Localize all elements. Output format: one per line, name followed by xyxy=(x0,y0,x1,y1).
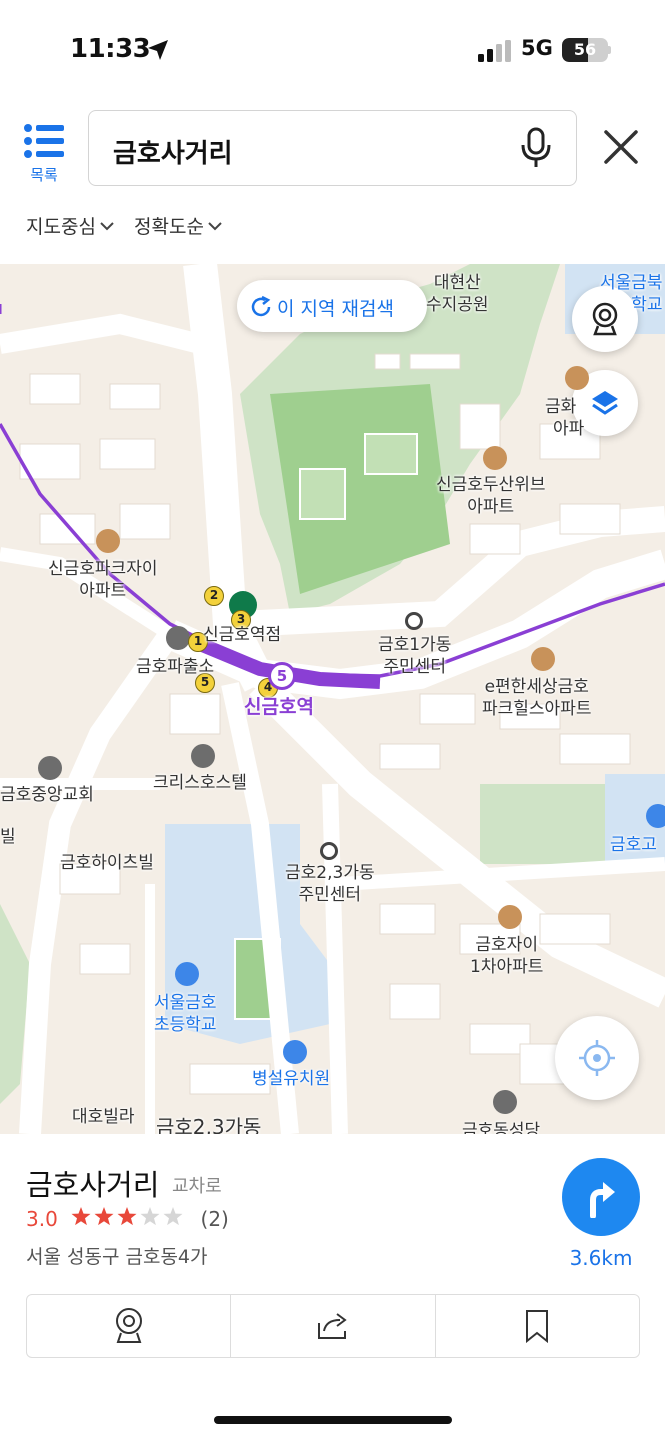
rescan-area-button[interactable]: 이 지역 재검색 xyxy=(237,280,427,332)
map-label: 대호빌라 xyxy=(72,1107,135,1127)
star-filled-icon xyxy=(117,1207,137,1226)
map-label: 서울금북 학교 xyxy=(600,273,663,315)
crosshair-icon xyxy=(579,1040,615,1076)
subway-line-badge[interactable]: 5 xyxy=(268,662,296,690)
current-location-button[interactable] xyxy=(555,1016,639,1100)
place-address: 서울 성동구 금호동4가 xyxy=(26,1246,208,1268)
action-bar xyxy=(26,1294,640,1358)
battery-level: 56 xyxy=(573,40,597,59)
bookmark-button[interactable] xyxy=(436,1295,639,1357)
battery-icon: 56 xyxy=(562,38,608,62)
network-type: 5G xyxy=(521,36,553,60)
apartment-icon[interactable] xyxy=(531,647,555,671)
map-label: e편한세상금호 파크힐스아파트 xyxy=(482,677,592,719)
map-label: 금호2,3가동 xyxy=(156,1115,262,1134)
cathedral-icon[interactable] xyxy=(493,1090,517,1114)
apartment-icon[interactable] xyxy=(483,446,507,470)
directions-button[interactable] xyxy=(562,1158,640,1236)
map-label: 빌 xyxy=(0,827,16,847)
apartment-icon[interactable] xyxy=(565,366,589,390)
status-time: 11:33 xyxy=(70,34,151,64)
cctv-action-button[interactable] xyxy=(27,1295,232,1357)
list-button[interactable]: 목록 xyxy=(22,120,66,186)
church-icon[interactable] xyxy=(38,756,62,780)
list-label: 목록 xyxy=(30,166,58,184)
map-label: 크리스호스텔 xyxy=(153,773,247,793)
directions-arrow-icon xyxy=(590,1182,615,1218)
filter-accuracy[interactable]: 정확도순 xyxy=(134,212,222,239)
rating-row[interactable]: 3.0 (2) xyxy=(26,1206,229,1231)
location-arrow-icon xyxy=(148,40,168,60)
government-office-icon[interactable] xyxy=(405,612,423,630)
star-filled-icon xyxy=(71,1207,91,1226)
bookmark-icon xyxy=(526,1310,549,1343)
map-view[interactable]: 이 지역 재검색 1 2 3 4 5 5 대현산 수지공원 서울금북 학교 금화 아파… xyxy=(0,264,665,1134)
map-label: 금호1가동 주민센터 xyxy=(378,635,452,677)
microphone-icon[interactable] xyxy=(519,127,553,169)
search-value: 금호사거리 xyxy=(113,139,233,169)
list-icon xyxy=(24,124,64,158)
map-label: 대현산 수지공원 xyxy=(426,273,489,315)
map-label: 금호동성당 xyxy=(462,1121,541,1134)
map-label: 서울금호 초등학교 xyxy=(154,993,217,1035)
layers-icon xyxy=(592,391,618,415)
star-filled-icon xyxy=(94,1207,114,1226)
kindergarten-icon[interactable] xyxy=(283,1040,307,1064)
apartment-icon[interactable] xyxy=(498,905,522,929)
place-category: 교차로 xyxy=(172,1176,222,1197)
map-label: 병설유치원 xyxy=(252,1069,331,1089)
share-icon xyxy=(317,1313,347,1339)
cctv-icon xyxy=(115,1308,142,1343)
distance-label: 3.6km xyxy=(569,1246,633,1270)
place-info-sheet[interactable]: 금호사거리 교차로 3.0 (2) 서울 성동구 금호동4가 3.6km xyxy=(0,1134,665,1440)
station-label[interactable]: 신금호역 xyxy=(244,696,314,718)
status-bar: 11:33 5G 56 xyxy=(0,0,665,100)
school-icon[interactable] xyxy=(175,962,199,986)
map-label: 금호자이 1차아파트 xyxy=(470,935,544,977)
home-indicator xyxy=(214,1416,452,1424)
filter-label: 정확도순 xyxy=(134,216,204,238)
place-name: 금호사거리 xyxy=(26,1168,160,1202)
rating-value: 3.0 xyxy=(26,1207,58,1231)
map-label: 신금호두산위브 아파트 xyxy=(436,475,546,517)
close-icon[interactable] xyxy=(600,126,642,168)
star-empty-icon xyxy=(163,1207,183,1226)
search-input[interactable]: 금호사거리 xyxy=(88,110,577,186)
chevron-down-icon xyxy=(100,222,114,231)
school-icon[interactable] xyxy=(646,804,665,828)
filter-map-center[interactable]: 지도중심 xyxy=(26,212,114,239)
chevron-down-icon xyxy=(208,222,222,231)
rating-stars xyxy=(71,1207,183,1226)
star-empty-icon xyxy=(140,1207,160,1226)
police-icon[interactable] xyxy=(166,626,190,650)
map-label: 금호하이츠빌 xyxy=(60,853,154,873)
share-button[interactable] xyxy=(231,1295,436,1357)
review-count: (2) xyxy=(200,1207,229,1231)
map-label: 신금호역점 xyxy=(203,625,282,645)
result-pin[interactable]: 2 xyxy=(204,586,224,606)
map-label: 금호고 xyxy=(610,835,657,855)
filter-label: 지도중심 xyxy=(26,216,96,238)
map-label: 금호2,3가동 주민센터 xyxy=(285,863,375,905)
map-label: 금화 아파 xyxy=(545,397,585,439)
government-office-icon[interactable] xyxy=(320,842,338,860)
map-label: 금호파출소 xyxy=(136,657,215,677)
rescan-label: 이 지역 재검색 xyxy=(277,298,394,320)
hotel-icon[interactable] xyxy=(191,744,215,768)
map-label: 금호중앙교회 xyxy=(0,785,94,805)
apartment-icon[interactable] xyxy=(96,529,120,553)
map-label: 신금호파크자이 아파트 xyxy=(48,559,158,601)
signal-icon xyxy=(478,40,511,62)
refresh-icon xyxy=(251,295,271,317)
